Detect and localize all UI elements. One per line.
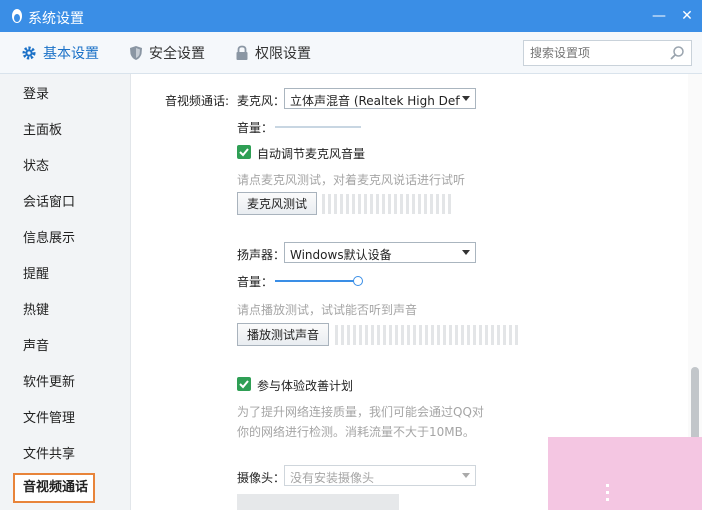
camera-device-select[interactable]: 没有安装摄像头	[284, 465, 476, 486]
section-label: 音视频通话:	[165, 94, 230, 108]
speaker-volume-thumb[interactable]	[353, 276, 363, 286]
sidebar-item-status[interactable]: 状态	[0, 149, 130, 185]
checkmark-icon	[239, 380, 249, 389]
mic-device-value: 立体声混音 (Realtek High Defi...	[290, 94, 460, 108]
window-title: 系统设置	[28, 11, 84, 27]
search-box[interactable]	[523, 40, 692, 66]
experience-desc-line2: 你的网络进行检测。消耗流量不大于10MB。	[237, 425, 475, 439]
speaker-level-meter	[335, 325, 518, 345]
sidebar-item-info-display[interactable]: 信息展示	[0, 221, 130, 257]
speaker-device-value: Windows默认设备	[290, 248, 392, 262]
settings-tabs: 基本设置 安全设置 权限设置	[0, 32, 702, 74]
mic-label: 麦克风：	[237, 94, 286, 108]
settings-sidebar: 登录 主面板 状态 会话窗口 信息展示 提醒 热键 声音 软件更新 文件管理 文…	[0, 74, 131, 510]
mic-volume-label: 音量：	[237, 121, 274, 135]
speaker-volume-fill	[275, 280, 358, 282]
chevron-down-icon	[462, 96, 470, 101]
camera-device-value: 没有安装摄像头	[290, 471, 375, 485]
sidebar-item-main-panel[interactable]: 主面板	[0, 113, 130, 149]
mic-auto-adjust-checkbox[interactable]	[237, 145, 251, 159]
tab-permission-settings-label: 权限设置	[255, 46, 311, 62]
close-button[interactable]: ✕	[677, 6, 697, 26]
tab-security-settings-label: 安全设置	[149, 46, 205, 62]
title-bar: 系统设置 — ✕	[0, 0, 702, 32]
camera-preview	[237, 494, 399, 510]
search-input[interactable]	[530, 45, 666, 61]
mic-volume-slider[interactable]	[275, 126, 361, 128]
speaker-test-button[interactable]: 播放测试声音	[237, 323, 329, 346]
sidebar-item-file-sharing[interactable]: 文件共享	[0, 437, 130, 473]
experience-program-label: 参与体验改善计划	[257, 379, 354, 393]
camera-label: 摄像头：	[237, 471, 286, 485]
chevron-down-icon	[462, 473, 470, 478]
checkmark-icon	[239, 148, 249, 157]
sidebar-item-hotkeys[interactable]: 热键	[0, 293, 130, 329]
mic-auto-adjust-label: 自动调节麦克风音量	[257, 147, 366, 161]
search-icon[interactable]	[669, 45, 685, 61]
mic-device-select[interactable]: 立体声混音 (Realtek High Defi...	[284, 88, 476, 109]
experience-desc-line1: 为了提升网络连接质量，我们可能会通过QQ对	[237, 405, 484, 419]
chevron-down-icon	[462, 250, 470, 255]
sidebar-item-reminders[interactable]: 提醒	[0, 257, 130, 293]
mic-level-meter	[322, 194, 451, 214]
sidebar-item-chat-window[interactable]: 会话窗口	[0, 185, 130, 221]
qq-penguin-icon	[12, 9, 22, 23]
sidebar-item-sound[interactable]: 声音	[0, 329, 130, 365]
tab-permission-settings[interactable]: 权限设置	[235, 42, 311, 64]
tab-security-settings[interactable]: 安全设置	[129, 42, 205, 64]
speaker-label: 扬声器：	[237, 248, 286, 262]
sidebar-item-file-management[interactable]: 文件管理	[0, 401, 130, 437]
speaker-device-select[interactable]: Windows默认设备	[284, 242, 476, 263]
shield-icon	[130, 46, 142, 60]
speaker-test-hint: 请点播放测试，试试能否听到声音	[237, 303, 418, 317]
mic-test-button[interactable]: 麦克风测试	[237, 192, 317, 215]
lock-icon	[236, 45, 248, 60]
experience-program-checkbox[interactable]	[237, 377, 251, 391]
mic-test-hint: 请点麦克风测试，对着麦克风说话进行试听	[237, 173, 466, 187]
minimize-button[interactable]: —	[649, 6, 669, 26]
gear-icon	[22, 46, 36, 60]
sidebar-item-av-call[interactable]: 音视频通话	[13, 473, 95, 503]
sidebar-item-software-update[interactable]: 软件更新	[0, 365, 130, 401]
tab-basic-settings[interactable]: 基本设置	[21, 42, 99, 64]
sidebar-item-login[interactable]: 登录	[0, 77, 130, 113]
tab-basic-settings-label: 基本设置	[43, 46, 99, 62]
watermark-corner	[548, 437, 702, 510]
speaker-volume-label: 音量：	[237, 275, 274, 289]
